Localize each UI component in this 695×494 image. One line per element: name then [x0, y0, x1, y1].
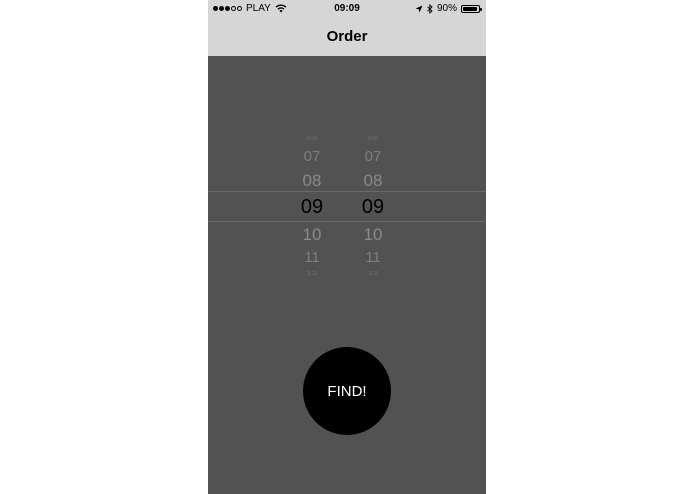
picker-value[interactable]: 10 — [292, 225, 332, 245]
minute-wheel[interactable]: 06 07 08 09 10 11 12 — [353, 128, 393, 288]
picker-value[interactable]: 07 — [292, 148, 332, 165]
time-picker[interactable]: 06 07 08 09 10 11 12 06 07 08 09 10 11 1… — [208, 128, 486, 288]
phone-screen: PLAY 09:09 90% Order 06 07 08 09 10 11 1… — [208, 0, 486, 494]
picker-value[interactable]: 06 — [353, 135, 393, 141]
picker-value[interactable]: 08 — [353, 171, 393, 191]
top-bar: PLAY 09:09 90% Order — [208, 0, 486, 56]
selected-minute[interactable]: 09 — [353, 196, 393, 219]
picker-value[interactable]: 06 — [292, 135, 332, 141]
battery-percent: 90% — [436, 3, 457, 14]
page-title: Order — [326, 28, 368, 45]
picker-value[interactable]: 08 — [292, 171, 332, 191]
battery-icon — [461, 4, 482, 13]
picker-value[interactable]: 12 — [353, 270, 393, 276]
battery-fill — [463, 6, 477, 11]
location-arrow-icon — [415, 5, 423, 12]
find-button-label: FIND! — [327, 382, 367, 400]
bluetooth-icon — [427, 3, 433, 14]
picker-selection-line-top — [208, 191, 486, 192]
picker-value[interactable]: 10 — [353, 225, 393, 245]
picker-value[interactable]: 12 — [292, 270, 332, 276]
hour-wheel[interactable]: 06 07 08 09 10 11 12 — [292, 128, 332, 288]
picker-value[interactable]: 07 — [353, 148, 393, 165]
find-button[interactable]: FIND! — [303, 347, 391, 435]
status-bar: PLAY 09:09 90% — [208, 0, 486, 18]
status-right: 90% — [415, 3, 482, 14]
selected-hour[interactable]: 09 — [292, 196, 332, 219]
picker-value[interactable]: 11 — [353, 249, 393, 266]
picker-selection-line-bottom — [208, 221, 486, 222]
picker-value[interactable]: 11 — [292, 249, 332, 266]
